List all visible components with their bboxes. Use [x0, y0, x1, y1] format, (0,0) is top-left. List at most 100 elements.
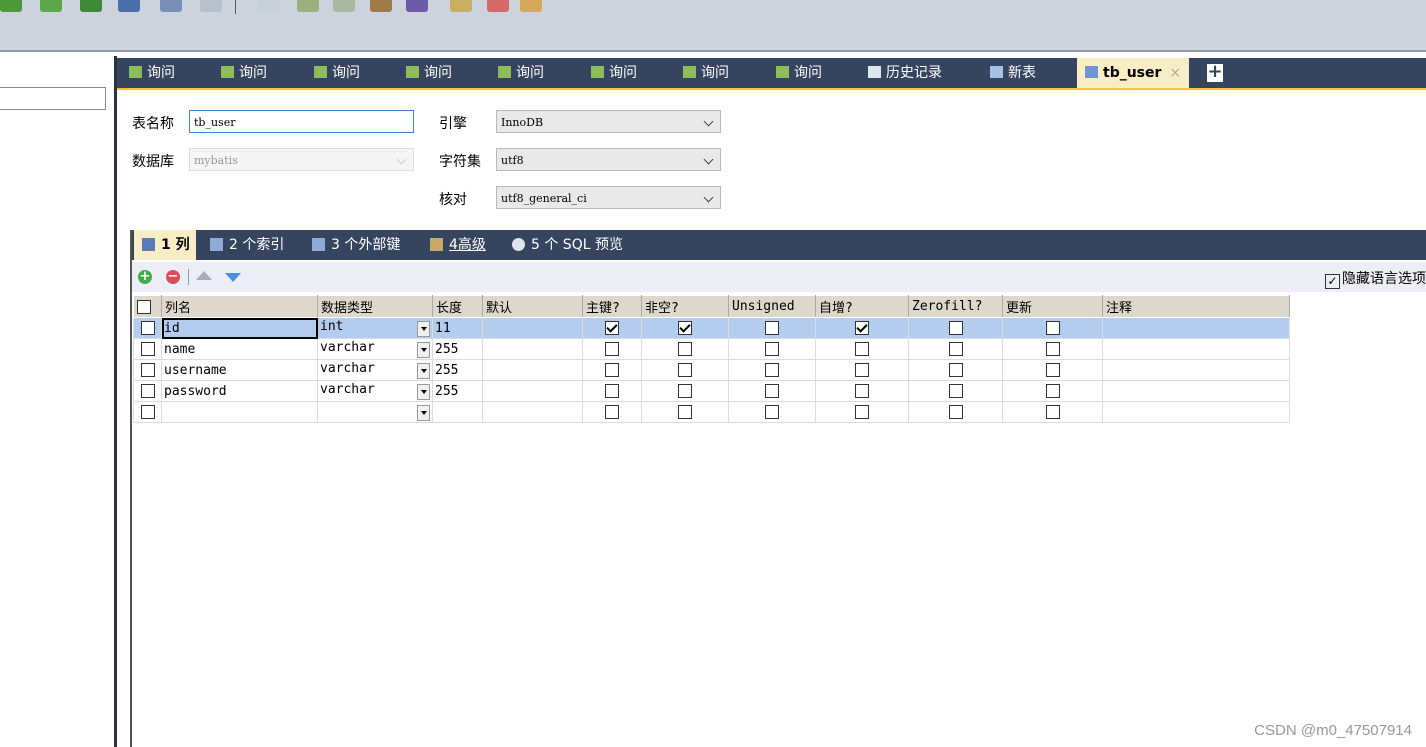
- notnull-cell[interactable]: [641, 401, 729, 423]
- data-type-cell[interactable]: varchar: [317, 359, 433, 381]
- header-pk[interactable]: 主键?: [582, 295, 642, 318]
- default-cell[interactable]: [482, 317, 583, 339]
- hide-language-checkbox[interactable]: ✓: [1325, 274, 1340, 289]
- tab-new-table[interactable]: 新表: [990, 58, 1036, 88]
- delete-column-icon[interactable]: −: [166, 270, 180, 284]
- close-icon[interactable]: ×: [1169, 65, 1181, 81]
- model-icon[interactable]: [520, 0, 542, 12]
- column-name-cell[interactable]: [161, 401, 318, 423]
- header-type[interactable]: 数据类型: [317, 295, 433, 318]
- tab-query-1[interactable]: 询问: [129, 58, 175, 88]
- autoinc-cell[interactable]: [815, 359, 909, 381]
- pk-cell[interactable]: [582, 401, 642, 423]
- autoinc-checkbox[interactable]: [855, 321, 869, 335]
- header-default[interactable]: 默认: [482, 295, 583, 318]
- default-cell[interactable]: [482, 380, 583, 402]
- unsigned-checkbox[interactable]: [765, 405, 779, 419]
- default-cell[interactable]: [482, 359, 583, 381]
- charset-select[interactable]: utf8: [496, 148, 721, 171]
- autoinc-cell[interactable]: [815, 401, 909, 423]
- zerofill-checkbox[interactable]: [948, 342, 963, 356]
- length-cell[interactable]: 255: [432, 359, 483, 381]
- zerofill-checkbox[interactable]: [948, 384, 963, 398]
- update-cell[interactable]: [1002, 359, 1103, 381]
- header-unsigned[interactable]: Unsigned: [728, 295, 816, 318]
- notnull-cell[interactable]: [641, 317, 729, 339]
- notnull-cell[interactable]: [641, 380, 729, 402]
- table-row[interactable]: username varchar 255: [133, 359, 1290, 381]
- pk-checkbox[interactable]: [605, 342, 619, 356]
- sync-icon[interactable]: [406, 0, 428, 12]
- new-connection-icon[interactable]: [0, 0, 22, 12]
- update-checkbox[interactable]: [1045, 342, 1060, 356]
- autoinc-cell[interactable]: [815, 338, 909, 360]
- row-select-checkbox[interactable]: [140, 363, 155, 377]
- key-icon[interactable]: [450, 0, 472, 12]
- comment-cell[interactable]: [1102, 401, 1290, 423]
- column-name-cell[interactable]: username: [161, 359, 318, 381]
- data-type-cell[interactable]: varchar: [317, 338, 433, 360]
- pk-checkbox[interactable]: [605, 405, 619, 419]
- autoinc-cell[interactable]: [815, 380, 909, 402]
- backup-icon[interactable]: [297, 0, 319, 12]
- unsigned-cell[interactable]: [728, 317, 816, 339]
- row-select-checkbox[interactable]: [140, 321, 155, 335]
- new-query-icon[interactable]: [40, 0, 62, 12]
- database-select[interactable]: mybatis: [189, 148, 414, 171]
- table-row[interactable]: id int 11: [133, 317, 1290, 339]
- default-cell[interactable]: [482, 401, 583, 423]
- data-type-cell[interactable]: varchar: [317, 380, 433, 402]
- export-icon[interactable]: [118, 0, 140, 12]
- pk-checkbox[interactable]: [605, 363, 619, 377]
- data-type-cell[interactable]: [317, 401, 433, 423]
- unsigned-cell[interactable]: [728, 359, 816, 381]
- length-cell[interactable]: 255: [432, 380, 483, 402]
- autoinc-checkbox[interactable]: [855, 342, 869, 356]
- comment-cell[interactable]: [1102, 317, 1290, 339]
- update-checkbox[interactable]: [1045, 321, 1060, 335]
- autoinc-checkbox[interactable]: [855, 363, 869, 377]
- tab-query-4[interactable]: 询问: [406, 58, 452, 88]
- update-checkbox[interactable]: [1045, 363, 1060, 377]
- tab-query-6[interactable]: 询问: [591, 58, 637, 88]
- unsigned-checkbox[interactable]: [765, 342, 779, 356]
- zerofill-cell[interactable]: [908, 359, 1003, 381]
- schedule-icon[interactable]: [333, 0, 355, 12]
- zerofill-cell[interactable]: [908, 317, 1003, 339]
- notnull-cell[interactable]: [641, 359, 729, 381]
- subtab-advanced[interactable]: 4高级: [430, 230, 486, 260]
- engine-select[interactable]: InnoDB: [496, 110, 721, 133]
- chevron-down-icon[interactable]: [417, 342, 430, 358]
- notnull-checkbox[interactable]: [678, 321, 692, 335]
- pk-cell[interactable]: [582, 317, 642, 339]
- length-cell[interactable]: 255: [432, 338, 483, 360]
- header-autoinc[interactable]: 自增?: [815, 295, 909, 318]
- check-icon[interactable]: [258, 0, 280, 12]
- tab-query-8[interactable]: 询问: [776, 58, 822, 88]
- subtab-columns[interactable]: 1 列: [134, 230, 196, 260]
- comment-cell[interactable]: [1102, 380, 1290, 402]
- zerofill-cell[interactable]: [908, 338, 1003, 360]
- subtab-sql-preview[interactable]: 5 个 SQL 预览: [512, 230, 623, 260]
- unsigned-checkbox[interactable]: [765, 384, 779, 398]
- unsigned-cell[interactable]: [728, 380, 816, 402]
- pk-cell[interactable]: [582, 359, 642, 381]
- hide-language-option[interactable]: ✓ 隐藏语言选项: [1325, 268, 1426, 289]
- transfer-icon[interactable]: [370, 0, 392, 12]
- tab-history[interactable]: 历史记录: [868, 58, 942, 88]
- comment-cell[interactable]: [1102, 359, 1290, 381]
- chevron-down-icon[interactable]: [417, 384, 430, 400]
- row-select-cell[interactable]: [133, 401, 162, 423]
- import-icon[interactable]: [80, 0, 102, 12]
- subtab-indexes[interactable]: 2 个索引: [210, 230, 284, 260]
- pk-cell[interactable]: [582, 380, 642, 402]
- subtab-foreign-keys[interactable]: 3 个外部键: [312, 230, 400, 260]
- row-select-cell[interactable]: [133, 317, 162, 339]
- update-cell[interactable]: [1002, 338, 1103, 360]
- length-cell[interactable]: [432, 401, 483, 423]
- table-row[interactable]: password varchar 255: [133, 380, 1290, 402]
- notnull-checkbox[interactable]: [678, 405, 692, 419]
- zerofill-cell[interactable]: [908, 401, 1003, 423]
- row-select-checkbox[interactable]: [140, 342, 155, 356]
- header-name[interactable]: 列名: [161, 295, 318, 318]
